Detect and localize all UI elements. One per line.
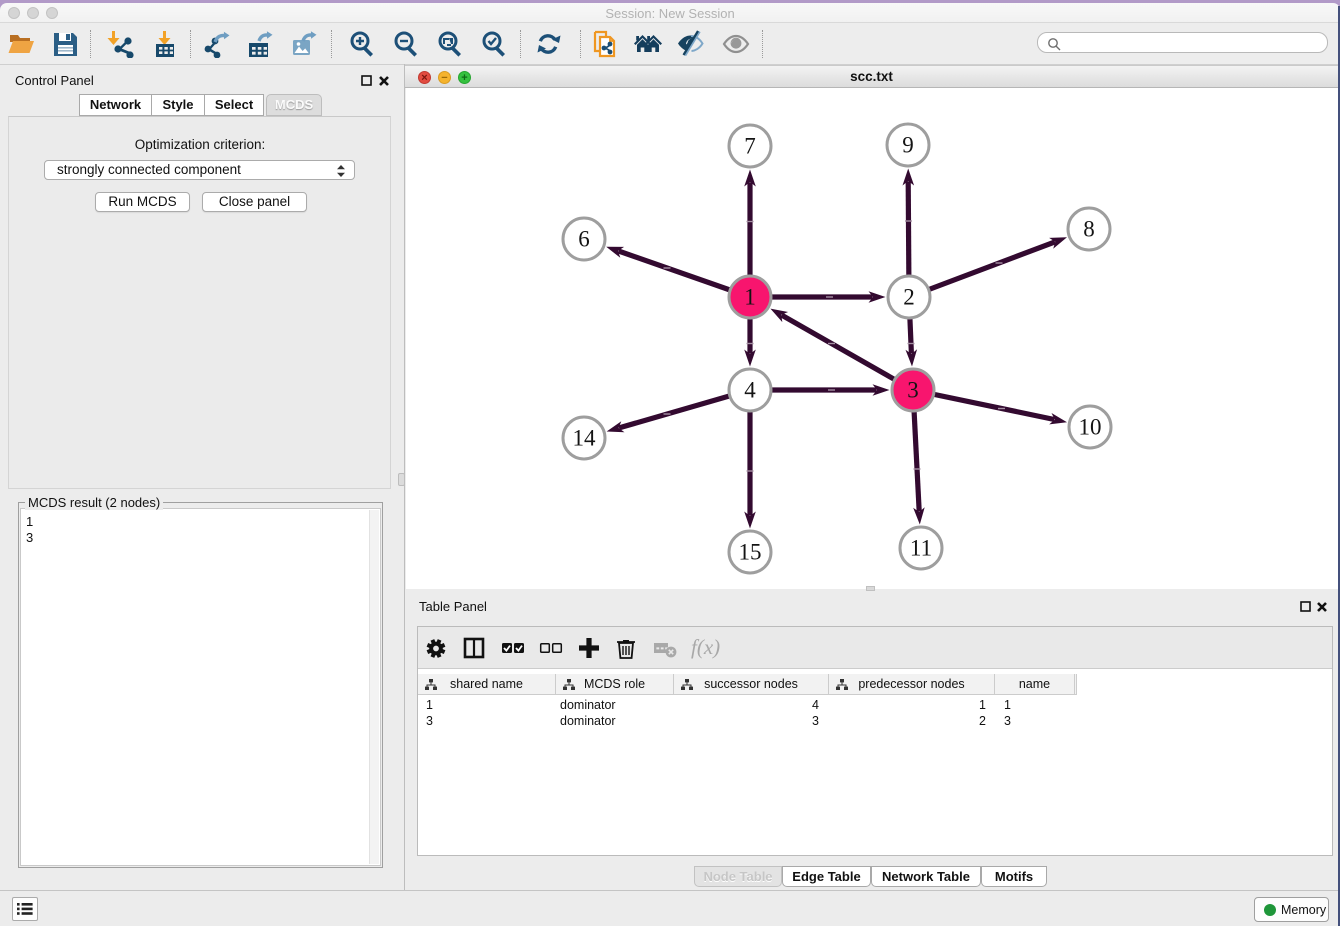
svg-text:3: 3 <box>907 378 919 403</box>
svg-text:4: 4 <box>744 378 756 403</box>
svg-text:1: 1 <box>744 285 756 310</box>
svg-text:11: 11 <box>910 536 932 561</box>
svg-text:7: 7 <box>744 134 756 159</box>
svg-text:10: 10 <box>1079 415 1102 440</box>
svg-text:9: 9 <box>902 133 914 158</box>
svg-text:2: 2 <box>903 285 915 310</box>
svg-text:15: 15 <box>739 540 762 565</box>
svg-text:14: 14 <box>573 426 597 451</box>
svg-text:8: 8 <box>1083 217 1095 242</box>
svg-text:6: 6 <box>578 227 590 252</box>
